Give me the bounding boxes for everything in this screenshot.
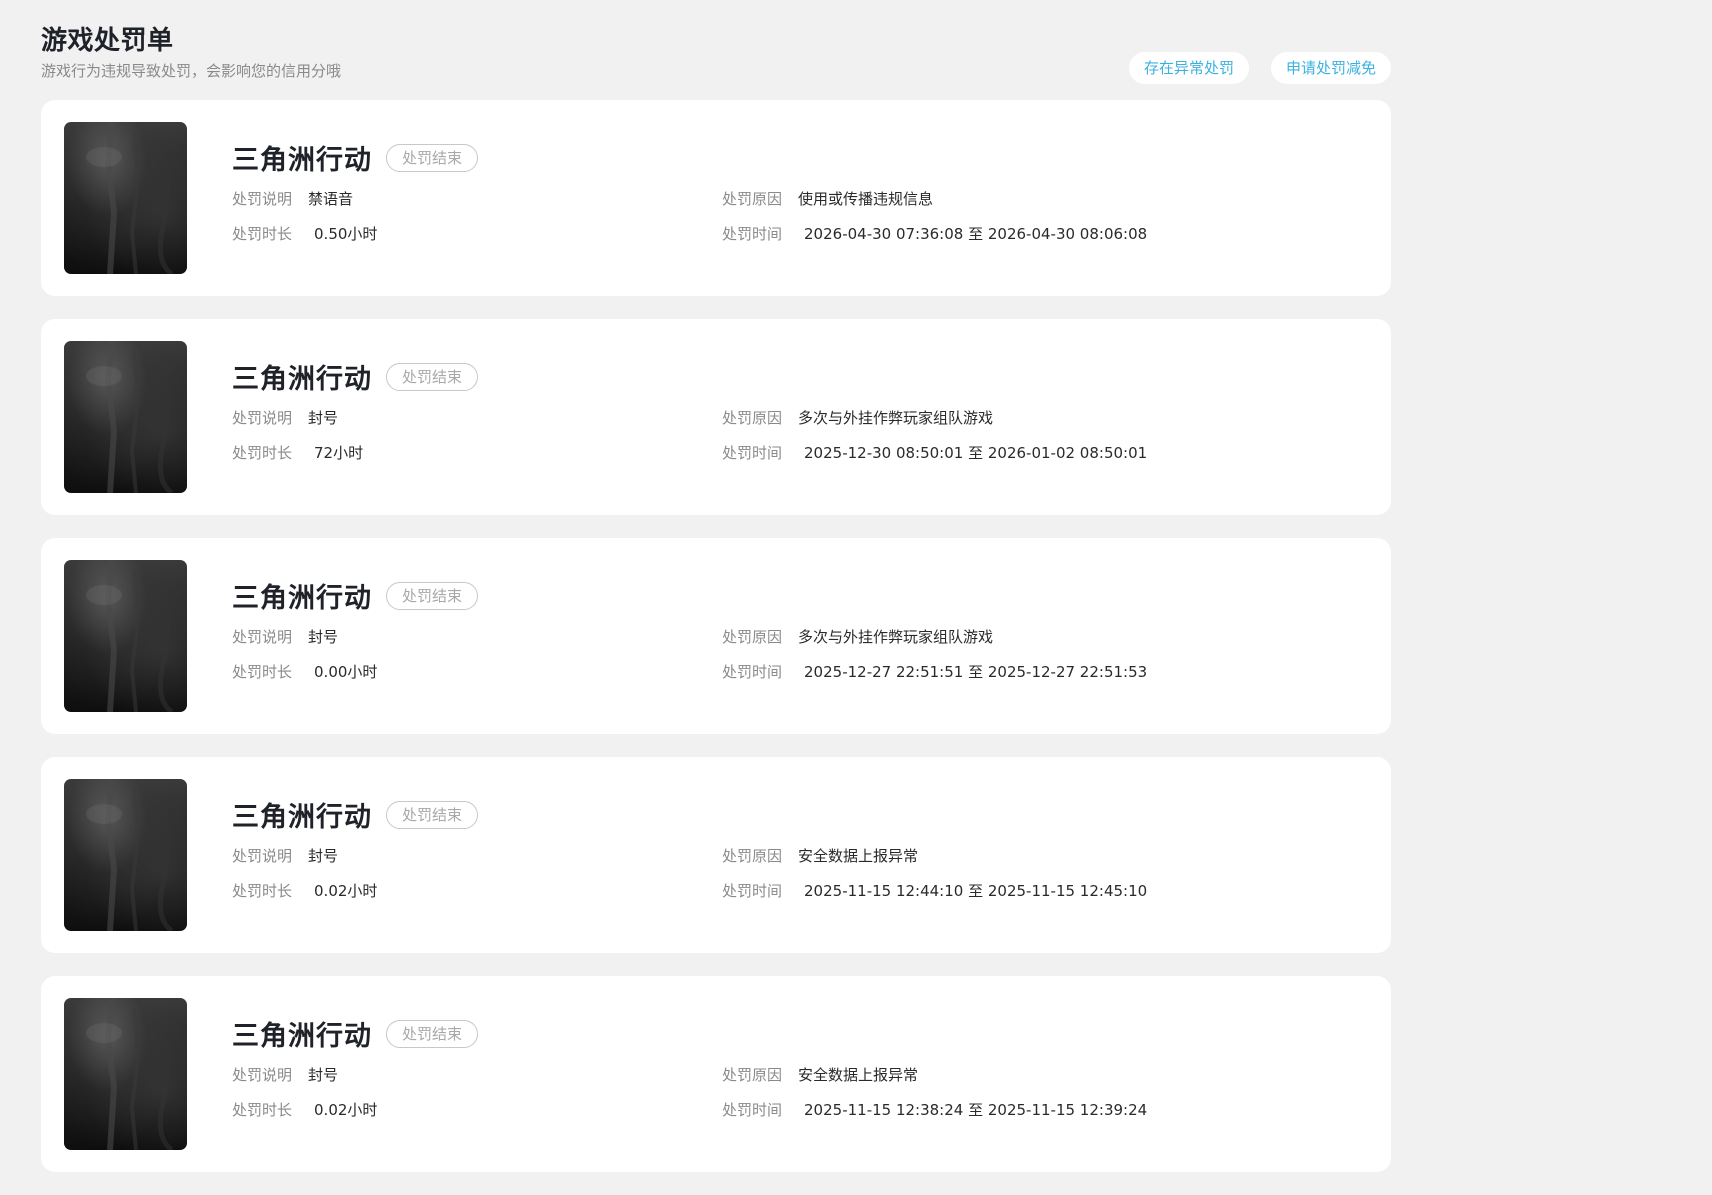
penalty-reason: 处罚原因 多次与外挂作弊玩家组队游戏: [722, 626, 993, 647]
penalty-time: 处罚时间 2025-12-30 08:50:01 至 2026-01-02 08:…: [722, 442, 1147, 463]
game-title-row: 三角洲行动 处罚结束: [232, 138, 479, 177]
penalty-time-value: 2025-12-30 08:50:01 至 2026-01-02 08:50:0…: [804, 444, 1148, 462]
penalty-duration-value: 0.02小时: [314, 882, 378, 900]
penalty-reason-label: 处罚原因: [722, 190, 783, 208]
status-badge: 处罚结束: [386, 581, 479, 610]
penalty-description: 处罚说明 封号: [232, 407, 338, 428]
game-name: 三角洲行动: [232, 364, 372, 395]
header-actions: 存在异常处罚 申请处罚减免: [1128, 52, 1391, 84]
game-cover-art-icon: [86, 122, 174, 274]
penalty-reason-value: 使用或传播违规信息: [798, 190, 934, 208]
penalty-card[interactable]: 三角洲行动 处罚结束 处罚说明 封号 处罚时长 0.00小时 处罚原因 多次与外挂作弊…: [41, 538, 1391, 734]
penalty-time: 处罚时间 2025-11-15 12:38:24 至 2025-11-15 12:…: [722, 1099, 1147, 1120]
game-cover-art-icon: [86, 779, 174, 931]
penalty-duration-label: 处罚时长: [232, 882, 293, 900]
penalty-duration-label: 处罚时长: [232, 225, 293, 243]
penalty-time-value: 2025-11-15 12:44:10 至 2025-11-15 12:45:1…: [804, 882, 1148, 900]
penalty-time-value: 2025-11-15 12:38:24 至 2025-11-15 12:39:2…: [804, 1101, 1148, 1119]
penalty-reason: 处罚原因 安全数据上报异常: [722, 845, 918, 866]
penalty-duration-label: 处罚时长: [232, 444, 293, 462]
penalty-duration: 处罚时长 72小时: [232, 442, 363, 463]
penalty-reason: 处罚原因 多次与外挂作弊玩家组队游戏: [722, 407, 993, 428]
penalty-description-value: 封号: [308, 628, 339, 646]
penalty-time: 处罚时间 2025-12-27 22:51:51 至 2025-12-27 22:…: [722, 661, 1147, 682]
game-name: 三角洲行动: [232, 145, 372, 176]
penalty-card[interactable]: 三角洲行动 处罚结束 处罚说明 封号 处罚时长 0.02小时 处罚原因 安全数据上报异…: [41, 757, 1391, 953]
status-badge: 处罚结束: [386, 362, 479, 391]
penalty-reason-label: 处罚原因: [722, 409, 783, 427]
game-cover-art-icon: [86, 341, 174, 493]
game-title-row: 三角洲行动 处罚结束: [232, 357, 479, 396]
penalty-time-label: 处罚时间: [722, 663, 783, 681]
penalty-time-label: 处罚时间: [722, 444, 783, 462]
penalty-reason-label: 处罚原因: [722, 847, 783, 865]
penalty-reason-value: 安全数据上报异常: [798, 1066, 919, 1084]
penalty-description: 处罚说明 封号: [232, 626, 338, 647]
penalty-description: 处罚说明 禁语音: [232, 188, 353, 209]
penalty-card[interactable]: 三角洲行动 处罚结束 处罚说明 禁语音 处罚时长 0.50小时 处罚原因 使用或传播违…: [41, 100, 1391, 296]
penalty-duration-value: 72小时: [314, 444, 364, 462]
penalty-time-label: 处罚时间: [722, 1101, 783, 1119]
penalty-description: 处罚说明 封号: [232, 845, 338, 866]
penalty-duration: 处罚时长 0.00小时: [232, 661, 377, 682]
penalty-reason-label: 处罚原因: [722, 628, 783, 646]
report-abnormal-penalty-button[interactable]: 存在异常处罚: [1128, 52, 1249, 84]
penalty-description: 处罚说明 封号: [232, 1064, 338, 1085]
apply-penalty-reduction-button[interactable]: 申请处罚减免: [1270, 52, 1391, 84]
game-name: 三角洲行动: [232, 1021, 372, 1052]
penalty-duration: 处罚时长 0.50小时: [232, 223, 377, 244]
penalty-duration: 处罚时长 0.02小时: [232, 880, 377, 901]
penalty-time: 处罚时间 2026-04-30 07:36:08 至 2026-04-30 08:…: [722, 223, 1147, 244]
penalty-card[interactable]: 三角洲行动 处罚结束 处罚说明 封号 处罚时长 72小时 处罚原因 多次与外挂作弊玩家…: [41, 319, 1391, 515]
page-header: 游戏处罚单 游戏行为违规导致处罚，会影响您的信用分哦 存在异常处罚 申请处罚减免: [41, 20, 1391, 90]
penalty-description-label: 处罚说明: [232, 847, 293, 865]
status-badge: 处罚结束: [386, 1019, 479, 1048]
penalty-reason-value: 多次与外挂作弊玩家组队游戏: [798, 409, 994, 427]
penalty-duration-value: 0.50小时: [314, 225, 378, 243]
penalty-reason: 处罚原因 安全数据上报异常: [722, 1064, 918, 1085]
penalty-card[interactable]: 三角洲行动 处罚结束 处罚说明 封号 处罚时长 0.02小时 处罚原因 安全数据上报异…: [41, 976, 1391, 1172]
game-cover-image: [64, 779, 187, 931]
penalty-reason: 处罚原因 使用或传播违规信息: [722, 188, 933, 209]
game-cover-art-icon: [86, 998, 174, 1150]
penalty-description-value: 封号: [308, 847, 339, 865]
penalty-reason-value: 多次与外挂作弊玩家组队游戏: [798, 628, 994, 646]
game-cover-image: [64, 341, 187, 493]
penalty-duration-value: 0.00小时: [314, 663, 378, 681]
game-cover-image: [64, 122, 187, 274]
game-title-row: 三角洲行动 处罚结束: [232, 576, 479, 615]
penalty-duration-value: 0.02小时: [314, 1101, 378, 1119]
penalty-duration: 处罚时长 0.02小时: [232, 1099, 377, 1120]
status-badge: 处罚结束: [386, 800, 479, 829]
penalty-duration-label: 处罚时长: [232, 1101, 293, 1119]
game-cover-image: [64, 998, 187, 1150]
penalty-time-label: 处罚时间: [722, 882, 783, 900]
penalty-description-value: 禁语音: [308, 190, 354, 208]
penalty-time-value: 2025-12-27 22:51:51 至 2025-12-27 22:51:5…: [804, 663, 1148, 681]
penalty-description-value: 封号: [308, 409, 339, 427]
penalty-duration-label: 处罚时长: [232, 663, 293, 681]
penalty-time: 处罚时间 2025-11-15 12:44:10 至 2025-11-15 12:…: [722, 880, 1147, 901]
game-name: 三角洲行动: [232, 802, 372, 833]
game-name: 三角洲行动: [232, 583, 372, 614]
status-badge: 处罚结束: [386, 143, 479, 172]
penalty-list: 三角洲行动 处罚结束 处罚说明 禁语音 处罚时长 0.50小时 处罚原因 使用或传播违…: [41, 100, 1391, 1195]
penalty-description-label: 处罚说明: [232, 409, 293, 427]
game-title-row: 三角洲行动 处罚结束: [232, 795, 479, 834]
penalty-reason-value: 安全数据上报异常: [798, 847, 919, 865]
penalty-reason-label: 处罚原因: [722, 1066, 783, 1084]
penalty-time-label: 处罚时间: [722, 225, 783, 243]
game-title-row: 三角洲行动 处罚结束: [232, 1014, 479, 1053]
penalty-time-value: 2026-04-30 07:36:08 至 2026-04-30 08:06:0…: [804, 225, 1148, 243]
game-cover-image: [64, 560, 187, 712]
penalty-description-label: 处罚说明: [232, 1066, 293, 1084]
game-cover-art-icon: [86, 560, 174, 712]
page-title: 游戏处罚单: [41, 26, 174, 56]
penalty-description-value: 封号: [308, 1066, 339, 1084]
penalty-description-label: 处罚说明: [232, 190, 293, 208]
page-subtitle: 游戏行为违规导致处罚，会影响您的信用分哦: [41, 62, 342, 80]
penalty-description-label: 处罚说明: [232, 628, 293, 646]
